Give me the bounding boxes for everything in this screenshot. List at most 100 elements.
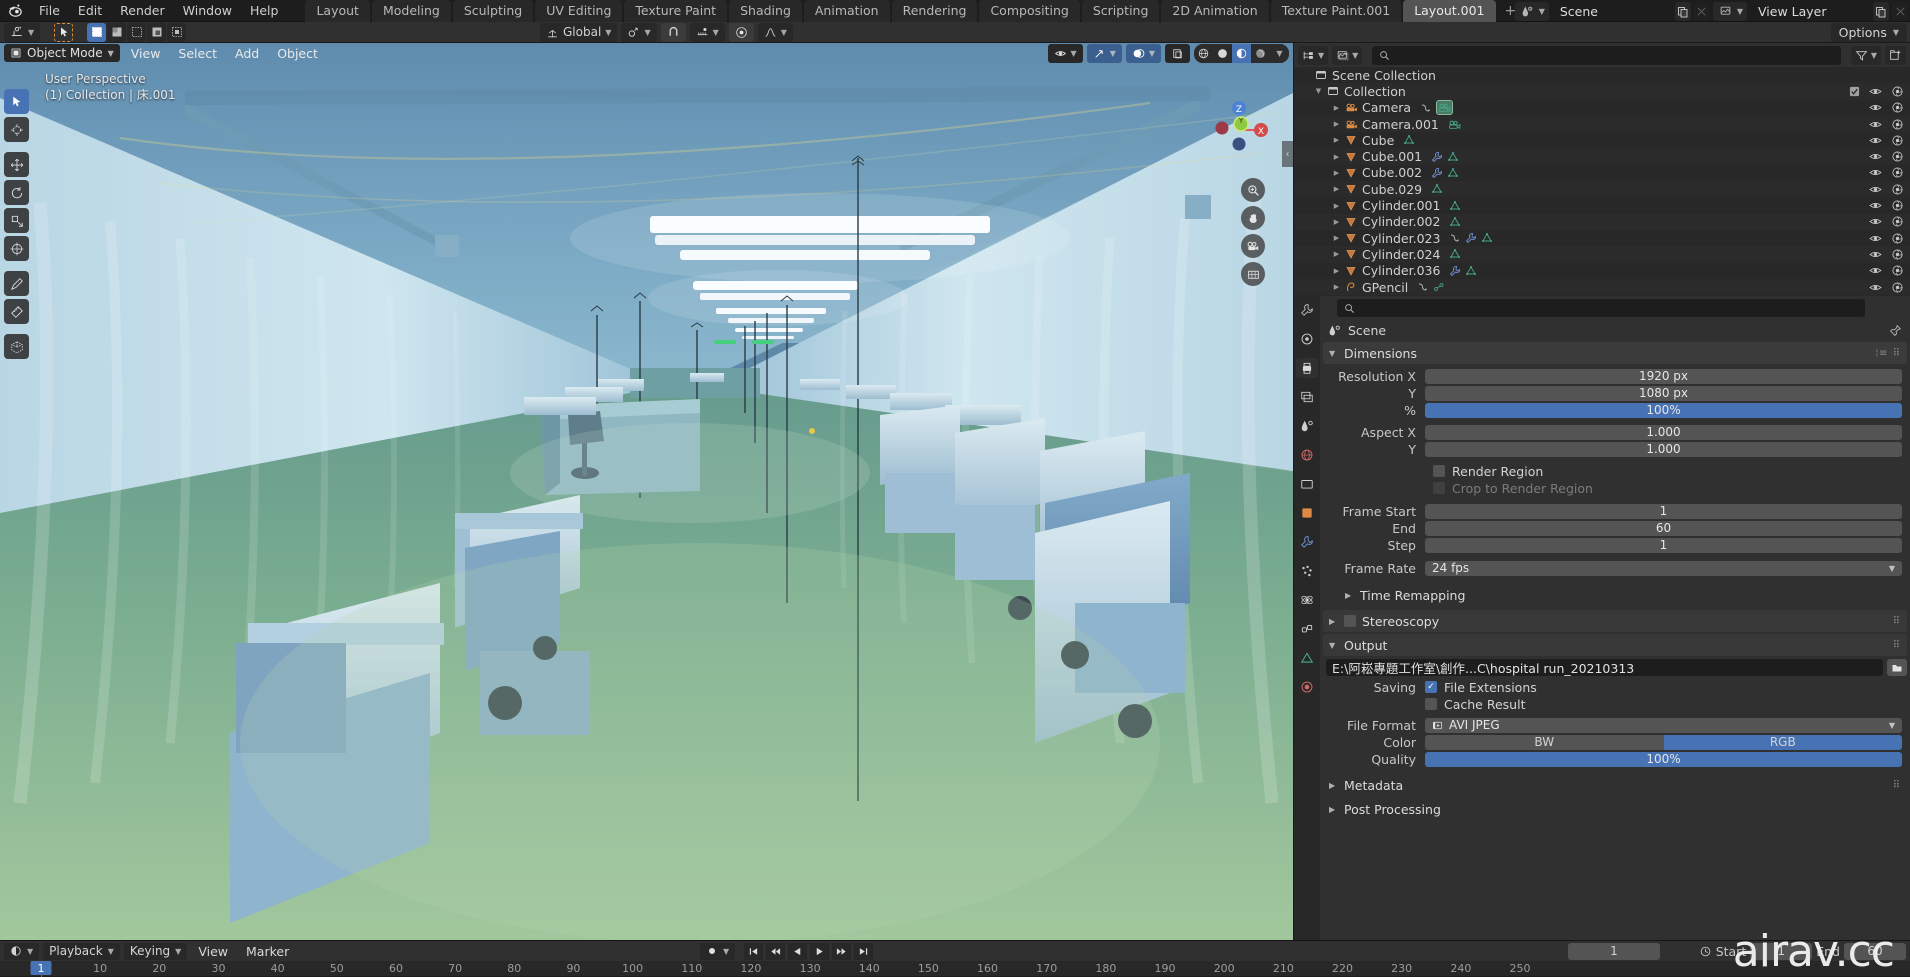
eye-icon[interactable] <box>1869 134 1882 147</box>
file-format-dropdown[interactable]: AVI JPEG ▼ <box>1425 718 1902 733</box>
eye-icon[interactable] <box>1869 281 1882 294</box>
color-bw-button[interactable]: BW <box>1425 735 1664 750</box>
dimensions-section-header[interactable]: ▼ Dimensions ⦙≡ ⠿ <box>1323 342 1907 364</box>
previous-keyframe-button[interactable] <box>766 943 785 960</box>
resolution-y-field[interactable]: 1080 px <box>1425 386 1902 401</box>
drag-handle-icon[interactable]: ⠿ <box>1893 780 1901 791</box>
tweak-tool-icon[interactable] <box>54 23 73 42</box>
properties-search-input[interactable] <box>1337 299 1865 317</box>
outliner-row-camera[interactable]: ▶Camera <box>1294 100 1910 116</box>
outliner-row-cylinder-001[interactable]: ▶Cylinder.001 <box>1294 197 1910 213</box>
interaction-mode-dropdown[interactable]: Object Mode ▼ <box>4 44 120 62</box>
view-layer-name-field[interactable]: View Layer <box>1750 2 1870 21</box>
eye-icon[interactable] <box>1869 118 1882 131</box>
camera-render-icon[interactable] <box>1891 150 1904 163</box>
current-frame-field[interactable]: 1 <box>1568 943 1660 960</box>
drag-handle-icon[interactable]: ⠿ <box>1893 616 1901 627</box>
scene-name-field[interactable]: Scene <box>1552 2 1672 21</box>
toggle-ortho-icon[interactable] <box>1241 262 1265 286</box>
world-tab[interactable] <box>1296 445 1318 465</box>
play-reverse-button[interactable] <box>788 943 807 960</box>
frame-start-field[interactable]: 1 <box>1425 504 1902 519</box>
outliner-row-cube-001[interactable]: ▶Cube.001 <box>1294 148 1910 164</box>
expand-triangle-icon[interactable]: ▶ <box>1330 153 1343 161</box>
output-section-header[interactable]: ▼ Output ⠿ <box>1323 634 1907 656</box>
pan-hand-icon[interactable] <box>1241 206 1265 230</box>
outliner-row-cube-002[interactable]: ▶Cube.002 <box>1294 165 1910 181</box>
aspect-x-field[interactable]: 1.000 <box>1425 425 1902 440</box>
viewport-menu-object[interactable]: Object <box>270 45 325 62</box>
file-extensions-checkbox[interactable]: ✓ <box>1425 681 1437 693</box>
properties-scroll-area[interactable]: Scene ▼ Dimensions ⦙≡ ⠿ Resolution X <box>1320 320 1910 940</box>
render-region-checkbox[interactable] <box>1433 465 1445 477</box>
outliner-row-cylinder-024[interactable]: ▶Cylinder.024 <box>1294 246 1910 262</box>
outliner-filter-button[interactable]: ▼ <box>1851 46 1881 65</box>
start-frame-field[interactable]: 1 <box>1750 943 1812 960</box>
timeline-menu-playback[interactable]: Playback ▼ <box>43 943 120 960</box>
scale-tool[interactable] <box>4 208 29 233</box>
new-collection-button[interactable] <box>1885 46 1906 65</box>
frame-rate-dropdown[interactable]: 24 fps ▼ <box>1425 561 1902 576</box>
remove-view-layer-button[interactable] <box>1892 2 1908 21</box>
select-intersect-icon[interactable] <box>167 23 186 42</box>
collection-tab[interactable] <box>1296 474 1318 494</box>
tool-tab[interactable] <box>1296 300 1318 320</box>
workspace-tab-2d-animation[interactable]: 2D Animation <box>1161 0 1268 22</box>
next-keyframe-button[interactable] <box>832 943 851 960</box>
material-tab[interactable] <box>1296 677 1318 697</box>
annotate-tool[interactable] <box>4 271 29 296</box>
select-invert-icon[interactable] <box>147 23 166 42</box>
physics-tab[interactable] <box>1296 590 1318 610</box>
select-subtract-icon[interactable] <box>127 23 146 42</box>
workspace-tab-compositing[interactable]: Compositing <box>979 0 1079 22</box>
folder-icon[interactable] <box>1887 659 1907 676</box>
new-scene-button[interactable] <box>1675 2 1691 21</box>
add-cube-tool[interactable] <box>4 334 29 359</box>
render-region-row[interactable]: Render Region <box>1433 463 1910 479</box>
expand-triangle-icon[interactable]: ▶ <box>1330 218 1343 226</box>
eye-icon[interactable] <box>1869 199 1882 212</box>
eye-icon[interactable] <box>1869 248 1882 261</box>
camera-render-icon[interactable] <box>1891 101 1904 114</box>
workspace-tab-scripting[interactable]: Scripting <box>1082 0 1160 22</box>
sync-icon[interactable] <box>1699 945 1712 958</box>
constraint-tab[interactable] <box>1296 619 1318 639</box>
jump-to-end-button[interactable] <box>854 943 873 960</box>
viewport-options-dropdown[interactable]: Options ▼ <box>1831 23 1907 42</box>
aspect-y-field[interactable]: 1.000 <box>1425 442 1902 457</box>
stereoscopy-checkbox[interactable] <box>1344 615 1356 627</box>
viewport-menu-add[interactable]: Add <box>228 45 266 62</box>
outliner-row-collection[interactable]: ▼ Collection <box>1294 83 1910 99</box>
scene-selector-icon[interactable]: ▼ <box>1515 2 1549 21</box>
tweak-select-tool[interactable] <box>4 89 29 114</box>
blender-logo-icon[interactable] <box>0 0 30 22</box>
frame-end-field[interactable]: 60 <box>1425 521 1902 536</box>
3d-viewport[interactable]: Object Mode ▼ View Select Add Object ▼ ▼… <box>0 43 1293 940</box>
workspace-tab-modeling[interactable]: Modeling <box>372 0 451 22</box>
camera-render-icon[interactable] <box>1891 85 1904 98</box>
expand-triangle-icon[interactable]: ▶ <box>1330 136 1343 144</box>
color-rgb-button[interactable]: RGB <box>1664 735 1903 750</box>
outliner-row-cube[interactable]: ▶Cube <box>1294 132 1910 148</box>
scene-tab[interactable] <box>1296 416 1318 436</box>
cursor-tool[interactable] <box>4 117 29 142</box>
menu-render[interactable]: Render <box>111 0 174 22</box>
shading-rendered-button[interactable] <box>1251 44 1270 63</box>
transform-orientation-dropdown[interactable]: Global ▼ <box>540 23 617 42</box>
eye-icon[interactable] <box>1869 166 1882 179</box>
preset-list-icon[interactable]: ⦙≡ ⠿ <box>1876 348 1901 359</box>
outliner-row-cylinder-023[interactable]: ▶Cylinder.023 <box>1294 230 1910 246</box>
sidebar-expand-arrow[interactable]: ‹ <box>1282 141 1293 167</box>
workspace-tab-layout[interactable]: Layout <box>305 0 370 22</box>
viewport-menu-select[interactable]: Select <box>171 45 224 62</box>
expand-triangle-icon[interactable]: ▶ <box>1330 104 1343 112</box>
modifier-tab[interactable] <box>1296 532 1318 552</box>
transform-tool[interactable] <box>4 236 29 261</box>
time-remapping-section-header[interactable]: ▶ Time Remapping <box>1323 584 1907 606</box>
falloff-type-dropdown[interactable]: ▼ <box>758 23 793 42</box>
shading-options-dropdown[interactable]: ▼ <box>1270 44 1289 63</box>
cache-result-checkbox[interactable] <box>1425 698 1437 710</box>
eye-icon[interactable] <box>1869 85 1882 98</box>
menu-edit[interactable]: Edit <box>69 0 111 22</box>
expand-triangle-icon[interactable]: ▶ <box>1330 267 1343 275</box>
